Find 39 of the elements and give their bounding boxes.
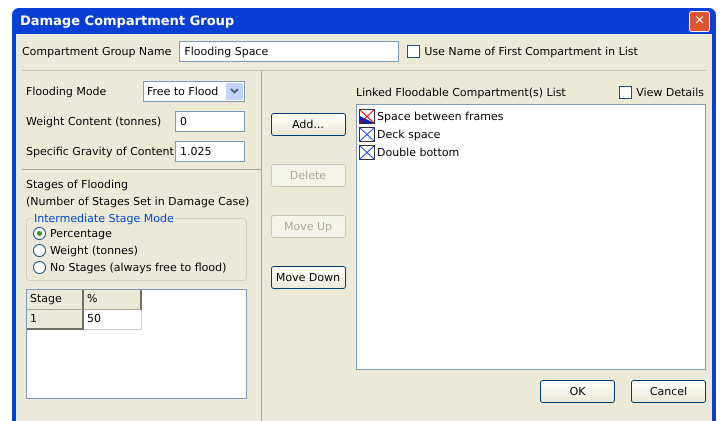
weight-content-field[interactable]: 0	[175, 110, 245, 132]
window-title: Damage Compartment Group	[20, 14, 234, 28]
flooded-compartment-icon	[359, 108, 375, 124]
close-button[interactable]: ×	[689, 10, 710, 32]
action-button[interactable]: Add...	[270, 113, 346, 136]
column-header: Stage	[27, 290, 84, 310]
table-cell: 50	[84, 310, 142, 330]
cancel-button[interactable]: Cancel	[631, 380, 706, 403]
compartment-list-label: Linked Floodable Compartment(s) List	[356, 86, 566, 98]
group-name-field[interactable]: Flooding Space	[179, 40, 400, 62]
flooding-mode-dropdown[interactable]: Free to Flood	[143, 80, 245, 102]
specific-gravity-field[interactable]: 1.025	[175, 140, 245, 162]
checkbox[interactable]	[407, 44, 420, 58]
specific-gravity-label: Specific Gravity of Content	[26, 144, 174, 158]
checkbox-label: Use Name of First Compartment in List	[424, 44, 638, 58]
radio-button[interactable]	[33, 261, 46, 274]
list-item[interactable]: Double bottom	[377, 146, 460, 158]
flooding-mode-label: Flooding Mode	[26, 84, 106, 98]
compartment-icon	[359, 144, 375, 160]
action-button[interactable]: Move Down	[270, 266, 346, 289]
checkbox-label: View Details	[636, 86, 704, 98]
checkbox[interactable]	[619, 86, 632, 98]
dropdown-value: Free to Flood	[147, 84, 218, 98]
compartment-icon	[359, 126, 375, 142]
stages-note: (Number of Stages Set in Damage Case)	[26, 194, 250, 210]
list-item[interactable]: Deck space	[377, 128, 440, 140]
column-header: %	[84, 290, 142, 310]
group-name-label: Compartment Group Name	[22, 44, 172, 58]
radio-button[interactable]	[33, 227, 46, 240]
stages-title: Stages of Flooding	[26, 177, 129, 193]
radio-button[interactable]	[33, 244, 46, 257]
list-item[interactable]: Space between frames	[377, 110, 504, 122]
ok-button[interactable]: OK	[540, 380, 615, 403]
radio-label: No Stages (always free to flood)	[50, 261, 226, 274]
row-header: 1	[27, 310, 84, 330]
stage-mode-legend: Intermediate Stage Mode	[33, 212, 175, 225]
radio-label: Weight (tonnes)	[50, 244, 138, 257]
weight-content-label: Weight Content (tonnes)	[26, 114, 162, 128]
radio-label: Percentage	[50, 227, 112, 240]
